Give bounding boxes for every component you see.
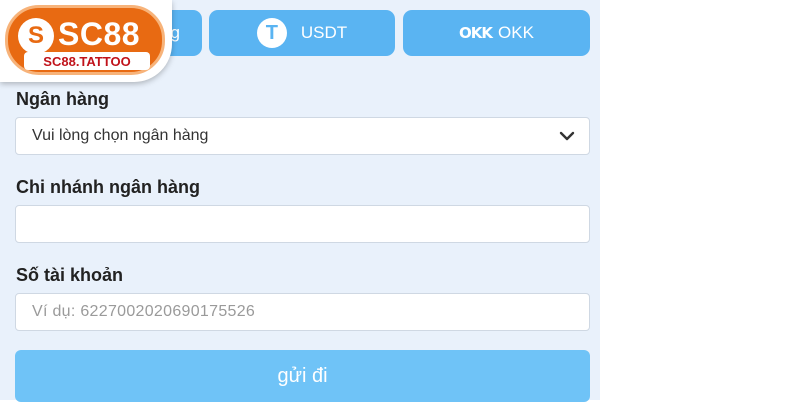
account-number-label: Số tài khoản — [16, 265, 124, 285]
tab-okk[interactable]: OKK OKK — [403, 10, 590, 56]
bank-select[interactable]: Vui lòng chọn ngân hàng — [15, 117, 590, 155]
tab-usdt-label: USDT — [300, 23, 348, 42]
tab-okk-label: OKK — [498, 23, 534, 42]
logo-subtitle: SC88.TATTOO — [24, 52, 150, 70]
branch-input[interactable] — [15, 205, 590, 243]
account-number-input[interactable]: Ví dụ: 6227002020690175526 — [15, 293, 590, 331]
submit-button[interactable]: gửi đi — [15, 350, 590, 402]
bank-label: Ngân hàng — [16, 89, 109, 109]
logo-badge: S SC88 SC88.TATTOO — [5, 5, 165, 75]
site-logo: S SC88 SC88.TATTOO — [0, 0, 172, 82]
logo-mark-icon: S — [18, 18, 54, 54]
logo-name: SC88 — [58, 16, 141, 52]
okk-icon: OKK — [459, 24, 493, 42]
submit-button-label: gửi đi — [277, 364, 328, 387]
tab-usdt[interactable]: T USDT — [209, 10, 395, 56]
tether-icon: T — [256, 18, 287, 48]
branch-label: Chi nhánh ngân hàng — [16, 177, 200, 197]
chevron-down-icon — [559, 131, 575, 141]
account-number-placeholder: Ví dụ: 6227002020690175526 — [32, 303, 256, 320]
bank-select-value: Vui lòng chọn ngân hàng — [32, 127, 209, 144]
